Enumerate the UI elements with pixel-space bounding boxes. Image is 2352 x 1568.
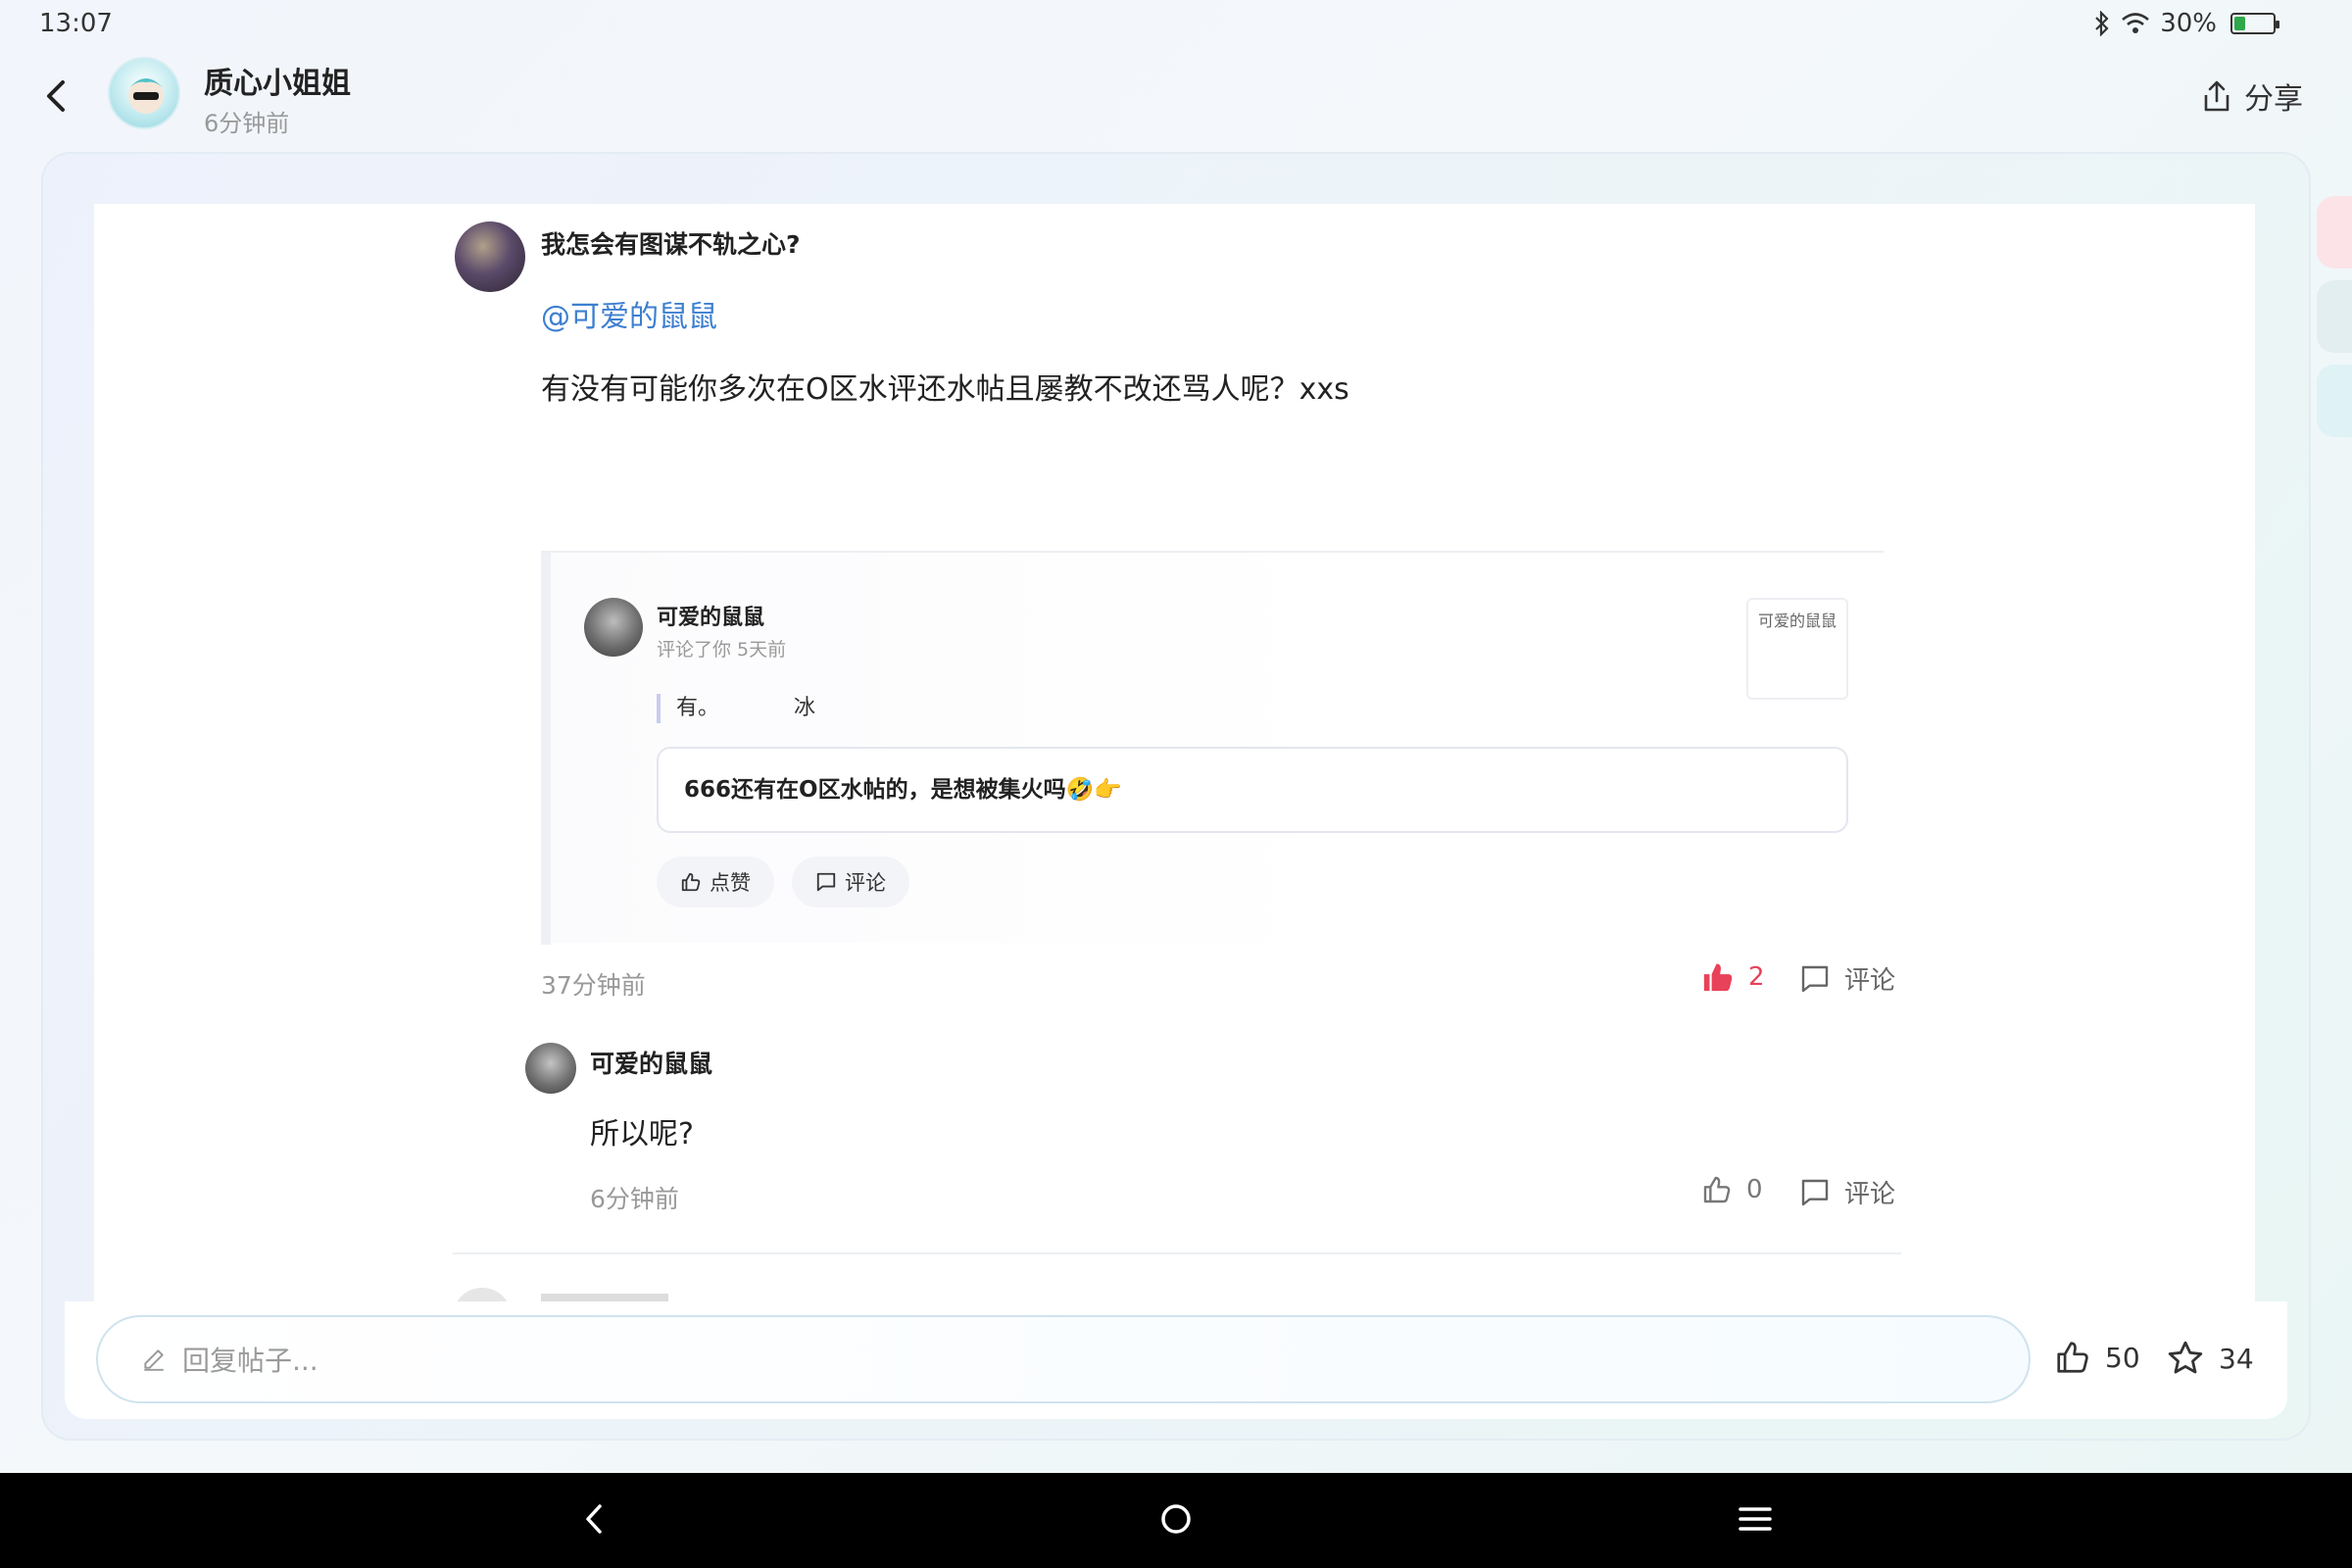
author-avatar[interactable] <box>108 57 180 129</box>
quoted-meta: 评论了你 5天前 <box>657 639 787 661</box>
thumbs-up-icon <box>681 872 701 892</box>
quoted-reply-text: 666还有在O区水帖的，是想被集火吗🤣👉 <box>657 747 1848 833</box>
nav-back-icon[interactable] <box>570 1494 619 1544</box>
status-bar: 13:07 30% <box>0 0 2352 49</box>
commenter-name[interactable]: 我怎会有图谋不轨之心? <box>541 225 801 261</box>
reply-input-placeholder: 回复帖子... <box>182 1345 318 1377</box>
post-favorite-count: 34 <box>2219 1342 2254 1375</box>
bluetooth-icon <box>2095 11 2109 36</box>
system-nav-bar <box>0 1473 2352 1568</box>
status-icons: 30% <box>2093 9 2279 38</box>
battery-fill <box>2234 17 2245 30</box>
side-tab-edit[interactable] <box>2317 365 2352 437</box>
share-button[interactable]: 分享 <box>2201 74 2303 118</box>
next-comment-name-peek <box>541 1294 668 1301</box>
comment-time: 37分钟前 <box>541 971 646 1000</box>
reply-author-avatar[interactable] <box>525 1043 576 1094</box>
comment-like-count: 2 <box>1748 962 1765 992</box>
side-tab-gray[interactable] <box>2317 280 2352 353</box>
thumbs-up-icon <box>1703 1176 1731 1203</box>
comment-thread: 我怎会有图谋不轨之心? @可爱的鼠鼠 有没有可能你多次在O区水评还水帖且屡教不改… <box>94 204 2255 1301</box>
thumbs-up-filled-icon <box>1703 963 1733 992</box>
star-icon <box>2168 1341 2203 1374</box>
side-tab-pink[interactable] <box>2317 196 2352 269</box>
reply-time: 6分钟前 <box>590 1185 679 1213</box>
quoted-comment-button[interactable]: 评论 <box>792 857 909 907</box>
wifi-icon <box>2122 13 2150 33</box>
comment-reply-label: 评论 <box>1844 966 1896 996</box>
author-avatar-art <box>127 78 165 114</box>
quoted-author-name[interactable]: 可爱的鼠鼠 <box>657 600 764 631</box>
reply-input[interactable]: 回复帖子... <box>96 1315 2031 1403</box>
comment-reply-button[interactable]: 评论 <box>1799 960 1895 997</box>
back-arrow-icon[interactable] <box>37 76 76 116</box>
thumbs-up-icon <box>2057 1342 2088 1373</box>
reply-like-count: 0 <box>1746 1175 1763 1204</box>
author-name[interactable]: 质心小姐姐 <box>204 59 351 102</box>
battery-icon <box>2230 13 2279 34</box>
quoted-actions: 点赞 评论 <box>657 857 909 907</box>
quoted-author-avatar[interactable] <box>584 598 643 657</box>
next-comment-avatar-peek <box>453 1288 512 1301</box>
comment-text: 有没有可能你多次在O区水评还水帖且屡教不改还骂人呢？xxs <box>541 372 1349 407</box>
commenter-avatar[interactable] <box>455 221 525 292</box>
reply-text: 所以呢? <box>590 1117 694 1152</box>
quoted-comment-card[interactable]: 可爱的鼠鼠 评论了你 5天前 可爱的鼠鼠 有。 冰 666还有在O区水帖的，是想… <box>541 551 1884 945</box>
bottom-reply-bar: 回复帖子... 50 34 <box>65 1301 2287 1419</box>
quoted-excerpt: 有。 <box>657 694 719 723</box>
comment-icon <box>1801 1179 1829 1205</box>
share-label: 分享 <box>2244 82 2303 117</box>
status-time: 13:07 <box>39 9 113 38</box>
quoted-like-label: 点赞 <box>710 871 751 895</box>
comment-like-button[interactable]: 2 <box>1701 960 1765 994</box>
reply-comment-label: 评论 <box>1844 1180 1896 1209</box>
divider <box>453 1252 1901 1254</box>
side-tabs <box>2317 196 2352 449</box>
reply-like-button[interactable]: 0 <box>1701 1174 1763 1205</box>
post-time: 6分钟前 <box>204 110 290 137</box>
quoted-excerpt-extra: 冰 <box>794 696 816 720</box>
reply-author-name[interactable]: 可爱的鼠鼠 <box>590 1045 712 1080</box>
quoted-thumbnail[interactable]: 可爱的鼠鼠 <box>1746 598 1848 700</box>
reply-comment-button[interactable]: 评论 <box>1799 1174 1895 1210</box>
post-favorite-button[interactable]: 34 <box>2166 1339 2254 1378</box>
battery-percent: 30% <box>2160 9 2217 38</box>
post-like-count: 50 <box>2105 1341 2140 1374</box>
mention-link[interactable]: @可爱的鼠鼠 <box>541 292 717 335</box>
comment-icon <box>816 872 836 892</box>
quoted-comment-label: 评论 <box>845 871 886 895</box>
app-root: 13:07 30% 质心小姐姐 6分钟前 分享 我怎会有图谋不轨之心? @可爱的… <box>0 0 2352 1568</box>
quoted-like-button[interactable]: 点赞 <box>657 857 774 907</box>
share-icon <box>2204 80 2230 112</box>
comment-icon <box>1801 965 1829 992</box>
nav-home-icon[interactable] <box>1152 1494 1200 1544</box>
quote-bar <box>541 553 551 945</box>
post-like-button[interactable]: 50 <box>2054 1339 2140 1376</box>
pencil-icon <box>144 1349 164 1371</box>
post-header: 质心小姐姐 6分钟前 分享 <box>0 49 2352 147</box>
nav-menu-icon[interactable] <box>1731 1494 1780 1544</box>
